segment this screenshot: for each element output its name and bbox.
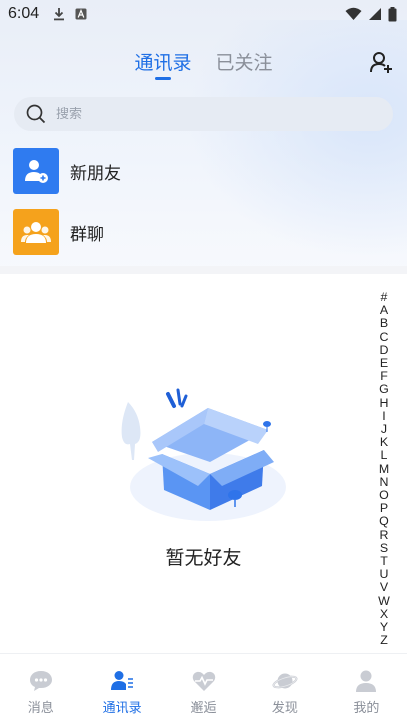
wifi-icon [345,7,362,20]
group-chat-entry[interactable]: 群聊 [13,209,393,255]
nav-encounter[interactable]: 邂逅 [163,654,244,725]
status-bar: 6:04 [0,0,407,28]
index-letter[interactable]: C [380,330,389,344]
index-letter[interactable]: V [380,581,388,594]
index-letter[interactable]: B [380,317,388,330]
new-friend-icon [13,148,59,194]
add-contact-icon[interactable] [369,50,395,76]
nav-encounter-label: 邂逅 [190,701,217,716]
group-chat-label: 群聊 [70,224,104,245]
new-friends-label: 新朋友 [70,163,121,184]
index-letter[interactable]: M [379,462,389,476]
contacts-tabs: 通讯录 已关注 [0,46,407,86]
chat-bubble-icon [29,671,52,691]
signal-icon [369,8,381,20]
battery-icon [388,6,397,21]
index-letter[interactable]: H [380,396,389,410]
tab-following[interactable]: 已关注 [216,46,273,86]
index-letter[interactable]: R [380,528,389,542]
section-divider [0,266,407,274]
tab-contacts[interactable]: 通讯录 [134,46,191,86]
nav-discover[interactable]: 发现 [244,654,325,725]
alphabet-index[interactable]: # A B C D E F G H I J K L M N O P Q R S … [377,290,391,647]
search-icon [26,104,46,124]
nav-contacts[interactable]: 通讯录 [81,654,162,725]
index-letter[interactable]: G [379,383,389,396]
index-letter[interactable]: W [378,594,390,608]
search-input[interactable] [56,106,356,122]
index-letter[interactable]: Q [379,515,389,528]
nav-profile-label: 我的 [353,701,380,716]
notification-a-icon [75,8,87,20]
profile-icon [356,670,377,692]
index-letter[interactable]: Z [380,634,388,647]
nav-contacts-label: 通讯录 [102,701,142,716]
group-chat-icon [13,209,59,255]
nav-profile[interactable]: 我的 [326,654,407,725]
bottom-nav: 消息 通讯录 邂逅 发现 我的 [0,653,407,725]
nav-discover-label: 发现 [271,701,298,716]
download-icon [54,8,65,21]
planet-icon [272,673,298,689]
contacts-icon [111,671,134,690]
nav-messages[interactable]: 消息 [0,654,81,725]
empty-box-illustration [121,388,286,521]
index-letter[interactable]: L [381,449,388,462]
status-time: 6:04 [8,5,40,22]
empty-state-text: 暂无好友 [165,547,242,569]
nav-messages-label: 消息 [27,701,54,716]
new-friends-entry[interactable]: 新朋友 [13,148,393,194]
search-bar[interactable] [14,97,393,131]
heart-pulse-icon [192,671,215,691]
